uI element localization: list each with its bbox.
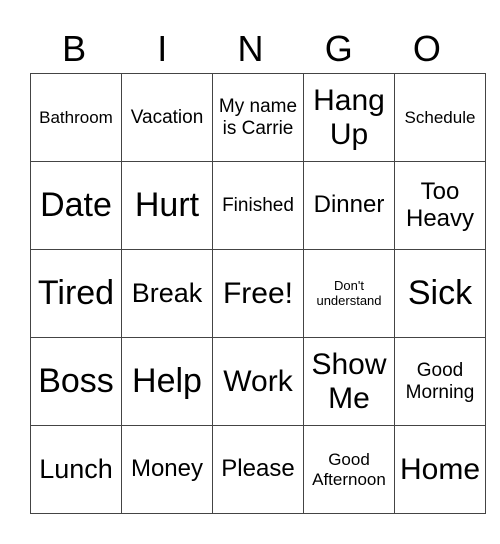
bingo-cell[interactable]: Help xyxy=(121,337,213,426)
bingo-cell[interactable]: Good Afternoon xyxy=(303,425,395,514)
bingo-cell[interactable]: Tired xyxy=(30,249,122,338)
bingo-cell[interactable]: Work xyxy=(212,337,304,426)
bingo-cell[interactable]: Free! xyxy=(212,249,304,338)
bingo-cell[interactable]: Bathroom xyxy=(30,73,122,162)
bingo-cell[interactable]: Hang Up xyxy=(303,73,395,162)
bingo-cell[interactable]: Please xyxy=(212,425,304,514)
bingo-cell[interactable]: Break xyxy=(121,249,213,338)
bingo-cell[interactable]: Show Me xyxy=(303,337,395,426)
bingo-cell[interactable]: Too Heavy xyxy=(394,161,486,250)
bingo-cell[interactable]: Date xyxy=(30,161,122,250)
bingo-cell[interactable]: Hurt xyxy=(121,161,213,250)
bingo-cell[interactable]: Vacation xyxy=(121,73,213,162)
header-letter-o: O xyxy=(412,28,441,69)
header-letter-n: N xyxy=(237,28,264,69)
bingo-cell[interactable]: Sick xyxy=(394,249,486,338)
bingo-row: Boss Help Work Show Me Good Morning xyxy=(30,337,486,426)
bingo-cell[interactable]: Boss xyxy=(30,337,122,426)
bingo-cell[interactable]: Home xyxy=(394,425,486,514)
bingo-header: B I N G O xyxy=(30,26,471,72)
bingo-row: Lunch Money Please Good Afternoon Home xyxy=(30,425,486,514)
bingo-cell[interactable]: My name is Carrie xyxy=(212,73,304,162)
bingo-cell[interactable]: Lunch xyxy=(30,425,122,514)
bingo-cell[interactable]: Good Morning xyxy=(394,337,486,426)
bingo-cell[interactable]: Finished xyxy=(212,161,304,250)
bingo-row: Date Hurt Finished Dinner Too Heavy xyxy=(30,161,486,250)
bingo-row: Bathroom Vacation My name is Carrie Hang Up… xyxy=(30,73,486,162)
header-letter-i: I xyxy=(157,28,168,69)
bingo-cell[interactable]: Money xyxy=(121,425,213,514)
header-letter-g: G xyxy=(324,28,353,69)
bingo-card: Bathroom Vacation My name is Carrie Hang Up… xyxy=(30,73,486,514)
bingo-row: Tired Break Free! Don't understand Sick xyxy=(30,249,486,338)
bingo-cell[interactable]: Dinner xyxy=(303,161,395,250)
bingo-cell[interactable]: Schedule xyxy=(394,73,486,162)
bingo-cell[interactable]: Don't understand xyxy=(303,249,395,338)
header-letter-b: B xyxy=(62,28,87,69)
